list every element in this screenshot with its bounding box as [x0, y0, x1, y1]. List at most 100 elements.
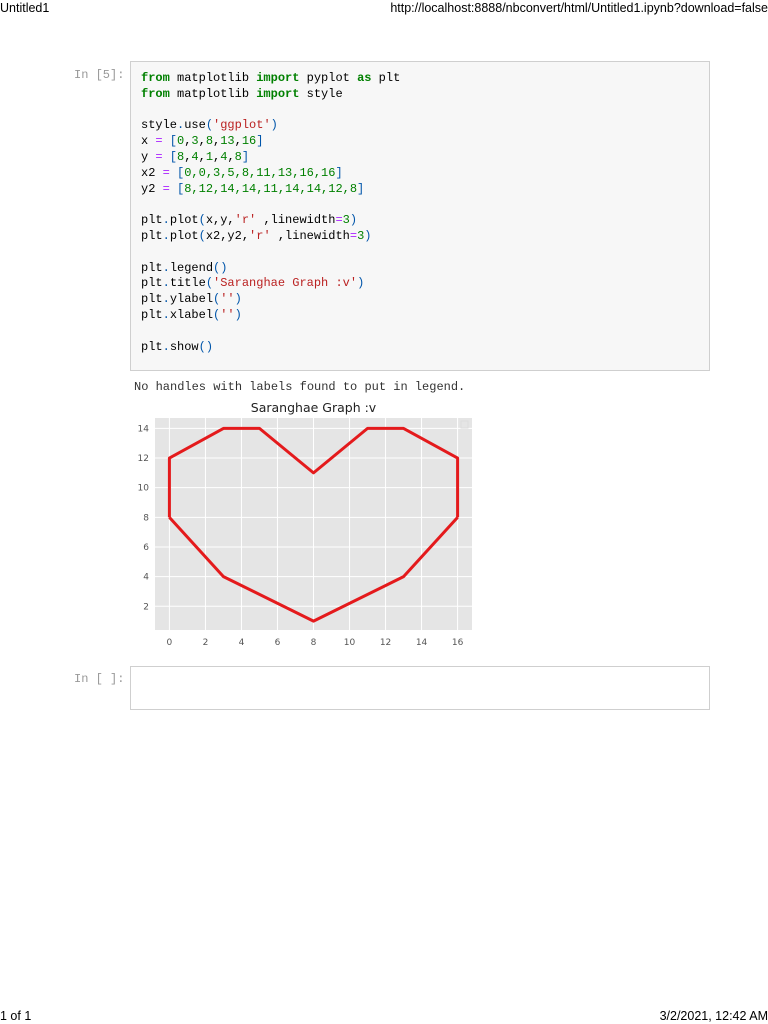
code-token: [ [169, 165, 185, 180]
code-token: = [162, 181, 170, 196]
code-token: matplotlib [169, 86, 257, 101]
code-token: ) [364, 228, 372, 243]
code-token: . [162, 228, 170, 243]
x-tick-label: 0 [167, 638, 173, 648]
code-token: = [335, 213, 343, 228]
x-tick-label: 12 [380, 638, 391, 648]
code-token: () [198, 339, 214, 354]
code-token: 1 [205, 149, 214, 164]
code-token: matplotlib [169, 71, 257, 85]
code-cell[interactable]: from matplotlib import pyplot as plt from… [130, 61, 710, 371]
code-token: 0,0,3,5,8,11,13,16,16 [184, 165, 336, 180]
x-tick-label: 16 [452, 638, 464, 648]
code-token: plt [141, 228, 163, 243]
code-token: . [162, 307, 170, 322]
chart-title: Saranghae Graph :v [251, 400, 377, 415]
y-tick-label: 10 [138, 484, 150, 494]
code-token: ( [198, 228, 206, 243]
code-token: 4 [191, 149, 199, 164]
code-token: x [141, 134, 156, 149]
code-token: ] [256, 134, 264, 149]
code-token: 'r' [234, 213, 257, 228]
code-token: , [198, 149, 206, 164]
code-token: ( [205, 276, 214, 291]
chart: 0 2 4 6 8 10 12 14 16 2 4 6 8 10 12 14 Saranghae Graph :… [138, 400, 472, 648]
code-token: . [162, 339, 170, 354]
cell-prompt-empty: In [ ]: [74, 672, 125, 686]
code-token: '' [220, 292, 235, 307]
code-token: ( [205, 118, 214, 133]
y-tick-label: 4 [143, 573, 149, 583]
code-line: from matplotlib import style [141, 87, 709, 103]
code-token: as [357, 71, 372, 85]
code-token: y [141, 149, 156, 164]
code-token: legend [169, 260, 214, 275]
code-token: import [256, 71, 300, 85]
page-title: Untitled1 [0, 1, 50, 15]
empty-code-cell[interactable] [130, 666, 710, 710]
y-tick-label: 6 [143, 543, 149, 553]
code-line: from matplotlib import pyplot as plt [141, 71, 709, 87]
code-line: plt.plot(x,y,'r' ,linewidth=3) [141, 213, 709, 229]
code-token: = [349, 228, 358, 243]
code-token: '' [220, 307, 235, 322]
code-line: x = [0,3,8,13,16] [141, 134, 709, 150]
code-token: y2 [141, 181, 163, 196]
code-token: 3 [191, 134, 199, 149]
code-token: ,linewidth [270, 228, 350, 243]
code-editor[interactable]: from matplotlib import pyplot as plt from… [131, 62, 709, 355]
y-tick-label: 8 [143, 513, 149, 523]
code-token: ylabel [169, 292, 214, 307]
cell-prompt: In [5]: [74, 68, 125, 82]
code-token: plt [141, 213, 163, 228]
code-token: x2 [141, 165, 163, 180]
code-token: . [162, 292, 170, 307]
code-token: plot [169, 213, 199, 228]
code-line: y2 = [8,12,14,14,11,14,14,12,8] [141, 182, 709, 198]
y-tick-label: 12 [138, 454, 149, 464]
code-token: , [234, 134, 242, 149]
code-token: 3 [342, 213, 350, 228]
code-token: title [169, 276, 206, 291]
code-token: 8 [205, 134, 214, 149]
code-token: 8,12,14,14,11,14,14,12,8 [184, 181, 358, 196]
code-token: = [155, 149, 163, 164]
code-token: ) [270, 118, 278, 133]
code-line: plt.show() [141, 340, 709, 356]
code-token: x2,y2, [205, 228, 250, 243]
code-token: ) [357, 276, 365, 291]
code-token: . [162, 260, 170, 275]
code-token: style [299, 86, 343, 101]
code-token: ) [349, 213, 358, 228]
y-tick-label: 2 [143, 602, 149, 612]
code-token: . [162, 213, 170, 228]
code-token: 'Saranghae Graph :v' [213, 276, 358, 291]
x-tick-label: 14 [416, 638, 428, 648]
code-line: plt.legend() [141, 261, 709, 277]
code-token: 13 [220, 134, 235, 149]
code-line: plt.title('Saranghae Graph :v') [141, 276, 709, 292]
code-token: plt [141, 276, 163, 291]
y-tick-label: 14 [138, 424, 150, 434]
code-token: , [198, 134, 206, 149]
code-token: , [227, 149, 235, 164]
code-token: [ [162, 134, 178, 149]
code-token: plt [371, 71, 401, 85]
code-token: use [184, 118, 206, 133]
print-datetime: 3/2/2021, 12:42 AM [659, 1009, 768, 1023]
code-token: 'r' [249, 228, 271, 243]
x-tick-label: 8 [311, 638, 317, 648]
code-token: import [256, 86, 300, 101]
code-token: from [141, 86, 170, 101]
x-tick-label: 4 [239, 638, 245, 648]
code-token: = [155, 134, 163, 149]
page-number: 1 of 1 [0, 1009, 32, 1023]
page-url: http://localhost:8888/nbconvert/html/Unt… [390, 1, 768, 15]
code-token: ,linewidth [256, 213, 336, 228]
code-token: [ [162, 149, 178, 164]
code-line: y = [8,4,1,4,8] [141, 150, 709, 166]
code-token: [ [169, 181, 185, 196]
code-token: 16 [241, 134, 257, 149]
